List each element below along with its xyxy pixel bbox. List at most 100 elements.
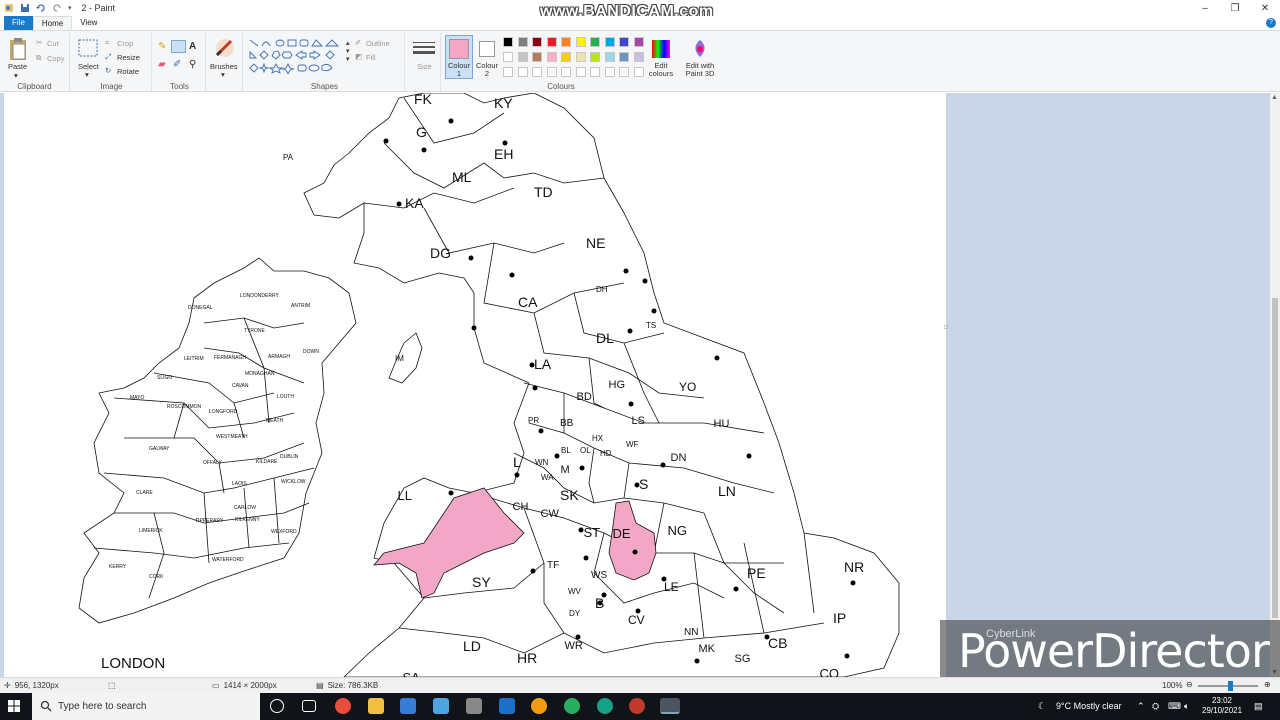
tab-home[interactable]: Home: [32, 16, 73, 30]
select-dropdown-icon[interactable]: ▾: [85, 70, 89, 79]
eraser-icon[interactable]: ▰: [158, 59, 166, 70]
resize-icon[interactable]: ⤢: [105, 52, 111, 62]
canvas-resize-handle[interactable]: □: [944, 325, 948, 331]
store-icon[interactable]: [400, 698, 416, 714]
palette-swatch[interactable]: [604, 52, 615, 62]
fill-button[interactable]: Fill: [366, 53, 376, 62]
brushes-dropdown-icon[interactable]: ▾: [221, 70, 225, 79]
palette-swatch[interactable]: [590, 37, 600, 47]
palette-swatch[interactable]: [604, 37, 615, 47]
palette-swatch[interactable]: [503, 37, 513, 47]
palette-swatch[interactable]: [561, 52, 571, 62]
close-button[interactable]: ✕: [1250, 0, 1280, 16]
outline-button[interactable]: Outline: [366, 39, 390, 48]
colour-2-label[interactable]: Colour 2: [475, 62, 499, 78]
custom-colour-slot[interactable]: [532, 67, 542, 77]
zoom-slider-thumb[interactable]: [1228, 681, 1233, 691]
rotate-button[interactable]: Rotate: [117, 67, 139, 76]
bandicam-icon[interactable]: [629, 698, 645, 714]
windows-start-icon[interactable]: [8, 700, 20, 712]
file-explorer-icon[interactable]: [368, 698, 384, 714]
resize-button[interactable]: Resize: [117, 53, 140, 62]
crop-icon[interactable]: ⌗: [105, 38, 109, 48]
palette-swatch[interactable]: [633, 37, 644, 47]
custom-colour-slot[interactable]: [575, 67, 586, 77]
palette-swatch[interactable]: [575, 52, 586, 62]
paste-button[interactable]: Paste: [8, 62, 27, 71]
tray-overflow-icon[interactable]: ⌃: [1137, 701, 1145, 712]
chrome-profile-icon-2[interactable]: [597, 698, 613, 714]
app-icon-2[interactable]: [466, 698, 482, 714]
tab-view[interactable]: View: [72, 16, 105, 30]
help-icon[interactable]: ?: [1266, 18, 1276, 28]
custom-colour-slot[interactable]: [517, 67, 528, 77]
undo-icon[interactable]: [36, 3, 46, 13]
weather-text[interactable]: 9°C Mostly clear: [1056, 701, 1122, 711]
edit-with-paint-3d-button[interactable]: Edit with Paint 3D: [683, 62, 717, 78]
chrome-icon[interactable]: [335, 698, 351, 714]
palette-swatch[interactable]: [532, 37, 542, 47]
size-icon[interactable]: [413, 41, 435, 57]
paste-icon[interactable]: [8, 37, 28, 61]
maximize-button[interactable]: ❐: [1220, 0, 1250, 16]
brushes-icon[interactable]: [213, 37, 237, 59]
qat-dropdown-icon[interactable]: ▾: [68, 4, 72, 12]
paste-dropdown-icon[interactable]: ▾: [14, 71, 18, 80]
cut-button[interactable]: Cut: [47, 39, 59, 48]
colour-picker-icon[interactable]: ✐: [173, 59, 181, 70]
palette-swatch[interactable]: [619, 52, 629, 62]
save-icon[interactable]: [20, 3, 30, 13]
zoom-out-icon[interactable]: ⊖: [1186, 680, 1193, 689]
paint-taskbar-icon[interactable]: [660, 698, 680, 714]
cortana-icon[interactable]: [270, 699, 284, 713]
crop-button[interactable]: Crop: [117, 39, 133, 48]
drawing-canvas[interactable]: DONEGAL LONDONDERRY ANTRIM TYRONE DOWN ARMAGH…: [4, 93, 946, 677]
taskbar-search-box[interactable]: Type here to search: [32, 693, 260, 720]
custom-colour-slot[interactable]: [546, 67, 557, 77]
magnifier-icon[interactable]: ⚲: [189, 59, 196, 70]
copy-button[interactable]: Copy: [47, 54, 65, 63]
task-view-icon[interactable]: [302, 700, 316, 712]
custom-colour-slot[interactable]: [633, 67, 644, 77]
weather-icon[interactable]: ☾: [1038, 701, 1046, 712]
mail-icon[interactable]: [499, 698, 515, 714]
network-icon[interactable]: ⌨: [1168, 701, 1181, 712]
palette-swatch[interactable]: [575, 37, 586, 47]
notifications-icon[interactable]: ▤: [1254, 701, 1263, 712]
cut-icon[interactable]: ✂: [36, 38, 42, 47]
palette-swatch[interactable]: [532, 52, 542, 62]
palette-swatch[interactable]: [546, 52, 557, 62]
custom-colour-slot[interactable]: [561, 67, 571, 77]
chrome-profile-icon[interactable]: [564, 698, 580, 714]
redo-icon[interactable]: [52, 3, 62, 13]
palette-swatch[interactable]: [517, 37, 528, 47]
fill-icon[interactable]: ◩: [355, 52, 362, 61]
palette-swatch[interactable]: [561, 37, 571, 47]
scrollbar-thumb[interactable]: [1272, 298, 1278, 618]
app-icon-1[interactable]: [433, 698, 449, 714]
volume-icon[interactable]: 🔈︎: [1184, 701, 1189, 712]
palette-swatch[interactable]: [633, 52, 644, 62]
palette-swatch[interactable]: [619, 37, 629, 47]
select-icon[interactable]: [78, 39, 98, 57]
shapes-scroll-icon[interactable]: ▴ ▾ ▾: [346, 39, 350, 63]
vertical-scrollbar[interactable]: ▲ ▼: [1270, 93, 1280, 677]
fill-bucket-icon[interactable]: [171, 40, 186, 53]
pencil-icon[interactable]: ✎: [158, 41, 166, 52]
custom-colour-slot[interactable]: [604, 67, 615, 77]
custom-colour-slot[interactable]: [619, 67, 629, 77]
custom-colour-slot[interactable]: [503, 67, 513, 77]
tab-file[interactable]: File: [4, 16, 33, 30]
minimize-button[interactable]: –: [1190, 0, 1220, 16]
colour-2-swatch[interactable]: [479, 41, 495, 57]
palette-swatch[interactable]: [503, 52, 513, 62]
palette-swatch[interactable]: [517, 52, 528, 62]
copy-icon[interactable]: ⧉: [36, 53, 41, 63]
tray-app-icon[interactable]: ⛭: [1152, 701, 1159, 712]
text-tool-icon[interactable]: A: [189, 41, 196, 52]
shapes-gallery[interactable]: [248, 38, 346, 74]
palette-swatch[interactable]: [590, 52, 600, 62]
size-button[interactable]: Size: [417, 62, 432, 71]
paint-3d-icon[interactable]: [692, 39, 708, 59]
outline-icon[interactable]: ✐: [355, 38, 361, 47]
